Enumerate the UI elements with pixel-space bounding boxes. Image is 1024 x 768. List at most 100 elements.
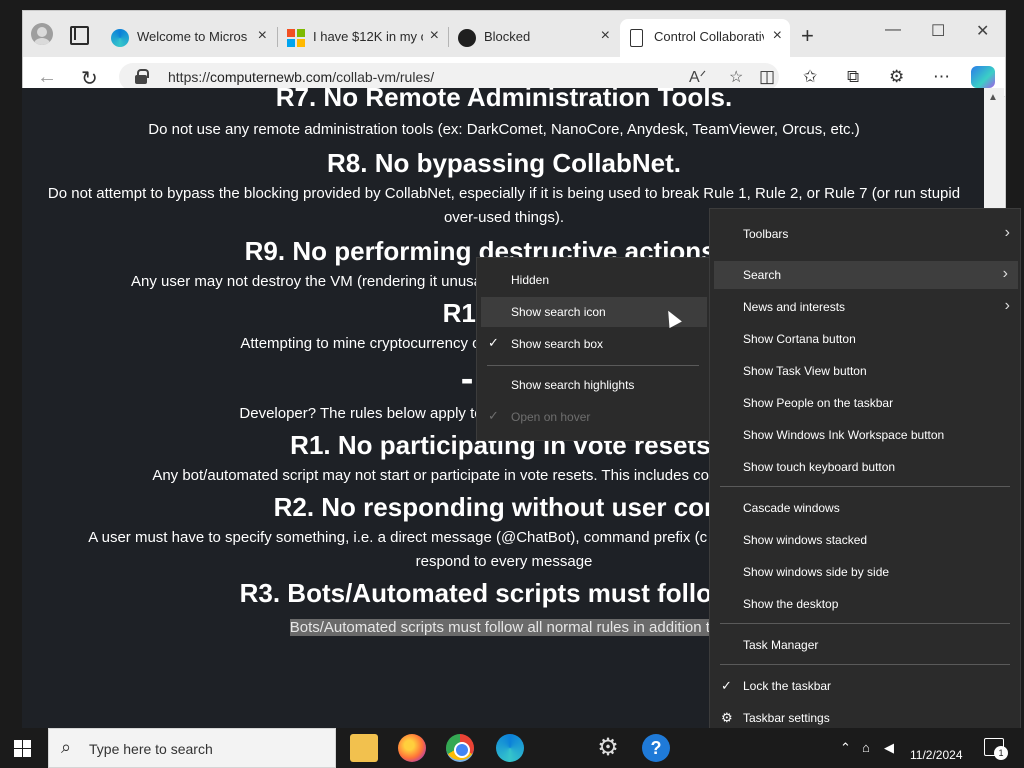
rule-r7-text: Do not use any remote administration too… (148, 121, 860, 138)
menu-separator (720, 486, 1010, 487)
close-tab-icon[interactable]: × (258, 27, 267, 45)
profile-avatar-icon[interactable] (31, 23, 53, 45)
extensions-icon[interactable]: ⚙ (889, 67, 904, 87)
tab-bar: Welcome to Microsoft Edge × I have $12K … (23, 11, 1005, 57)
tab-microsoft[interactable]: I have $12K in my checking × (279, 19, 447, 57)
menu-item-news-and-interests[interactable]: News and interests › (710, 293, 1020, 321)
rule-r7-title: R7. No Remote Administration Tools. (275, 88, 733, 112)
menu-item-show-cortana-button[interactable]: Show Cortana button (710, 325, 1020, 353)
tab-blocked[interactable]: Blocked × (450, 19, 618, 57)
tab-actions-icon[interactable] (67, 23, 89, 45)
clock-date[interactable]: 11/2/2024 (910, 748, 963, 762)
submenu-item-show-search-highlights[interactable]: Show search highlights (477, 370, 709, 400)
gear-icon: ⚙ (721, 710, 733, 725)
tab-title: Control Collaborative (654, 29, 764, 44)
checkmark-icon: ✓ (488, 335, 499, 350)
menu-item-label: Show touch keyboard button (743, 460, 896, 474)
collections-icon[interactable]: ⧉ (847, 67, 859, 87)
menu-item-show-windows-stacked[interactable]: Show windows stacked (710, 526, 1020, 554)
submenu-item-label: Open on hover (511, 410, 591, 424)
menu-item-label: News and interests (743, 300, 846, 314)
tab-welcome-edge[interactable]: Welcome to Microsoft Edge × (103, 19, 275, 57)
tab-separator (277, 27, 278, 47)
file-explorer-icon[interactable] (350, 734, 378, 762)
close-window-button[interactable]: ✕ (976, 21, 989, 41)
tab-title: I have $12K in my checking (313, 29, 423, 44)
lock-icon[interactable] (135, 69, 149, 84)
menu-item-show-windows-side-by-side[interactable]: Show windows side by side (710, 558, 1020, 586)
search-icon: ⌕ (61, 737, 72, 757)
menu-item-show-task-view-button[interactable]: Show Task View button (710, 357, 1020, 385)
help-icon[interactable]: ? (642, 734, 670, 762)
close-tab-icon[interactable]: × (601, 27, 610, 45)
more-menu-icon[interactable]: ⋯ (933, 67, 950, 87)
search-submenu: Hidden Show search icon ✓ Show search box… (476, 257, 710, 441)
menu-item-show-touch-keyboard[interactable]: Show touch keyboard button (710, 453, 1020, 481)
firefox-icon[interactable] (398, 734, 426, 762)
menu-separator (720, 623, 1010, 624)
submenu-item-open-on-hover: ✓ Open on hover (477, 402, 709, 432)
chrome-icon[interactable] (446, 734, 474, 762)
menu-item-cascade-windows[interactable]: Cascade windows (710, 494, 1020, 522)
chevron-up-icon[interactable]: ⌃ (840, 740, 851, 756)
submenu-item-hidden[interactable]: Hidden (477, 265, 709, 295)
menu-item-show-ink-workspace[interactable]: Show Windows Ink Workspace button (710, 421, 1020, 449)
new-tab-button[interactable]: + (801, 23, 814, 49)
maximize-button[interactable]: ☐ (931, 21, 945, 41)
minimize-button[interactable]: — (885, 21, 901, 39)
menu-item-label: Taskbar settings (743, 711, 830, 725)
checkmark-icon: ✓ (721, 678, 732, 693)
submenu-item-show-search-box[interactable]: ✓ Show search box (477, 329, 709, 359)
windows-start-icon[interactable] (14, 740, 31, 757)
tab-title: Blocked (484, 29, 531, 44)
menu-item-label: Show Cortana button (743, 332, 856, 346)
menu-item-lock-taskbar[interactable]: ✓ Lock the taskbar (710, 672, 1020, 700)
favorite-star-icon[interactable]: ☆ (729, 67, 743, 87)
favorites-icon[interactable]: ✩ (803, 67, 817, 87)
rule-r8-title: R8. No bypassing CollabNet. (327, 148, 681, 178)
submenu-item-label: Hidden (511, 273, 550, 287)
back-arrow-icon[interactable]: ← (37, 66, 57, 89)
menu-item-label: Show Windows Ink Workspace button (743, 428, 945, 442)
menu-item-show-desktop[interactable]: Show the desktop (710, 590, 1020, 618)
menu-item-task-manager[interactable]: Task Manager (710, 631, 1020, 659)
menu-item-label: Show windows stacked (743, 533, 868, 547)
taskbar-context-menu: Toolbars › Search › News and interests › Sh… (709, 208, 1021, 738)
network-icon[interactable]: ⌂ (862, 740, 870, 755)
tab-control-collaborative[interactable]: Control Collaborative × (620, 19, 790, 57)
copilot-icon[interactable] (971, 66, 995, 88)
read-aloud-icon[interactable]: Aᐟ (689, 67, 706, 87)
tab-title: Welcome to Microsoft Edge (137, 29, 247, 44)
menu-item-label: Show People on the taskbar (743, 396, 894, 410)
submenu-item-label: Show search box (511, 337, 604, 351)
submenu-item-label: Show search highlights (511, 378, 635, 392)
taskbar-search-box[interactable]: ⌕ Type here to search (48, 728, 336, 768)
menu-item-label: Lock the taskbar (743, 679, 832, 693)
menu-item-show-people[interactable]: Show People on the taskbar (710, 389, 1020, 417)
submenu-item-label: Show search icon (511, 305, 606, 319)
menu-item-label: Cascade windows (743, 501, 840, 515)
address-bar[interactable]: https://computernewb.com/collab-vm/rules… (119, 63, 779, 91)
close-tab-icon[interactable]: × (773, 27, 782, 45)
url-text[interactable]: https://computernewb.com/collab-vm/rules… (168, 69, 434, 85)
url-prefix: https:// (168, 69, 211, 85)
split-screen-icon[interactable]: ◫ (759, 67, 775, 87)
menu-separator (720, 664, 1010, 665)
volume-icon[interactable]: ◀ (884, 740, 894, 756)
settings-gear-icon[interactable]: ⚙ (594, 734, 622, 762)
edge-icon (111, 29, 129, 47)
search-placeholder: Type here to search (89, 741, 213, 757)
scroll-up-arrow-icon[interactable]: ▲ (988, 92, 998, 103)
close-tab-icon[interactable]: × (430, 27, 439, 45)
menu-item-toolbars[interactable]: Toolbars › (710, 220, 1020, 248)
menu-item-label: Toolbars (743, 227, 789, 241)
url-path: /collab-vm/rules/ (332, 69, 435, 85)
edge-taskbar-icon[interactable] (496, 734, 524, 762)
submenu-separator (487, 365, 699, 366)
github-icon (458, 29, 476, 47)
menu-item-search[interactable]: Search › (714, 261, 1018, 289)
taskbar: ⌕ Type here to search ⚙ ? ⌃ ⌂ ◀ 11/2/202… (0, 728, 1024, 768)
selected-text: Bots/Automated scripts must follow all n… (289, 619, 719, 636)
menu-item-label: Task Manager (743, 638, 819, 652)
tab-separator (448, 27, 449, 47)
